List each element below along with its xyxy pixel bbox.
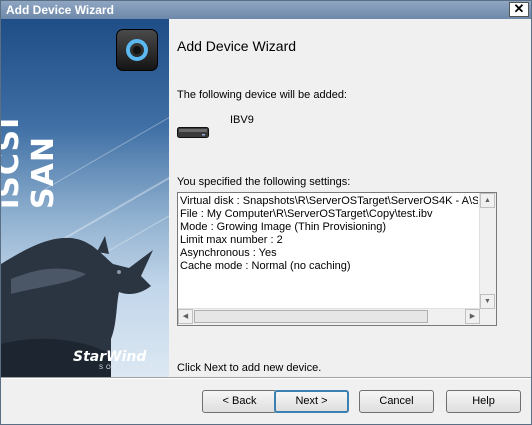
product-name-vertical: iSCSI SAN: [1, 116, 61, 209]
sidebar-banner: iSCSI SAN StarWind SOFTWARE: [1, 19, 169, 377]
settings-line: Asynchronous : Yes: [180, 247, 277, 259]
banner-streak: [44, 89, 169, 190]
footer-note: Click Next to add new device.: [177, 362, 322, 374]
cancel-button[interactable]: Cancel: [359, 390, 434, 413]
hard-drive-icon: [177, 127, 209, 138]
page-heading: Add Device Wizard: [177, 38, 297, 54]
horizontal-scroll-thumb[interactable]: [194, 310, 428, 323]
disc-center: [133, 46, 141, 54]
horizontal-scrollbar[interactable]: ◀ ▶: [178, 308, 480, 325]
divider: [1, 377, 531, 379]
intro-text: The following device will be added:: [177, 89, 347, 101]
vertical-scrollbar[interactable]: ▲ ▼: [479, 193, 496, 309]
close-button[interactable]: ✕: [509, 2, 529, 17]
settings-line: Virtual disk : Snapshots\R\ServerOSTarge…: [180, 195, 478, 207]
add-device-wizard-window: Add Device Wizard ✕ iSCSI SAN StarWind S…: [0, 0, 532, 425]
title-bar[interactable]: Add Device Wizard ✕: [1, 1, 531, 19]
next-button[interactable]: Next >: [274, 390, 349, 413]
scroll-up-button[interactable]: ▲: [480, 193, 495, 208]
settings-textbox[interactable]: Virtual disk : Snapshots\R\ServerOSTarge…: [177, 192, 497, 326]
scrollbar-corner: [480, 309, 496, 325]
settings-line: File : My Computer\R\ServerOSTarget\Copy…: [180, 208, 433, 220]
starwind-logo: StarWind: [73, 349, 147, 365]
device-name: IBV9: [230, 114, 254, 126]
starwind-logo-subtext: SOFTWARE: [99, 365, 157, 371]
settings-lines: Virtual disk : Snapshots\R\ServerOSTarge…: [180, 195, 478, 273]
back-button[interactable]: < Back: [202, 390, 277, 413]
starwind-disc-icon: [116, 29, 158, 71]
scroll-right-button[interactable]: ▶: [465, 309, 480, 324]
window-title: Add Device Wizard: [6, 3, 114, 17]
settings-line: Limit max number : 2: [180, 234, 283, 246]
scroll-left-button[interactable]: ◀: [178, 309, 193, 324]
settings-line: Mode : Growing Image (Thin Provisioning): [180, 221, 387, 233]
settings-line: Cache mode : Normal (no caching): [180, 260, 351, 272]
help-button[interactable]: Help: [446, 390, 521, 413]
settings-label: You specified the following settings:: [177, 176, 351, 188]
scroll-down-button[interactable]: ▼: [480, 294, 495, 309]
